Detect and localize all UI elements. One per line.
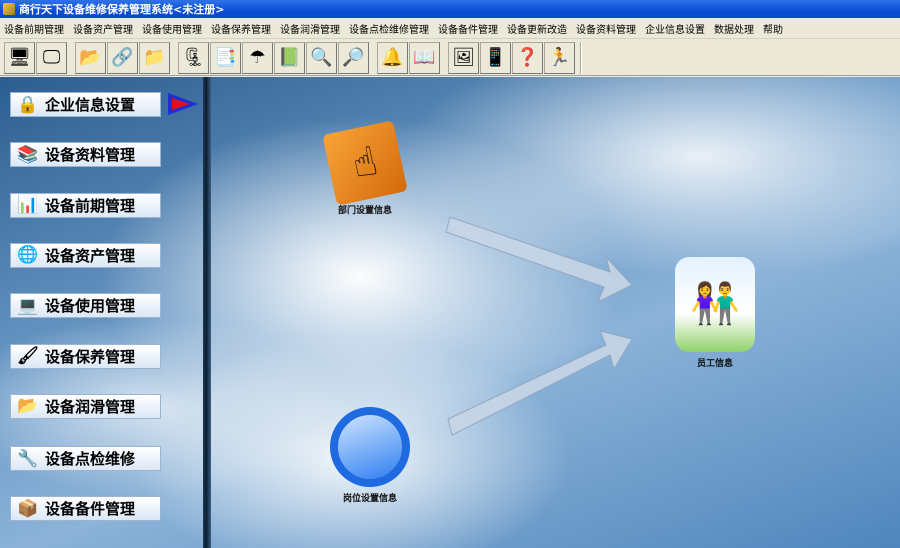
toolbar-button[interactable]: 🔔 [377,41,408,74]
open-book-icon: 📖 [413,47,436,68]
toolbar-button[interactable]: 🖥 [4,41,35,74]
menu-item[interactable]: 设备更新改造 [507,21,567,36]
monitor-icon: 🖥 [8,47,31,68]
search-window-icon: 🔍 [310,47,333,68]
menu-item[interactable]: 设备使用管理 [142,21,202,36]
toolbar-button[interactable]: 🔎 [338,41,369,74]
flow-arrows [445,216,633,436]
menu-item[interactable]: 设备保养管理 [211,21,271,36]
position-icon [330,407,410,487]
arrow-department-to-staff [445,216,633,304]
department-node[interactable]: ☝ 部门设置信息 [310,120,420,216]
menu-item[interactable]: 设备点检维修管理 [349,21,429,36]
toolbar-button[interactable]: 🖼 [448,41,479,74]
staff-label: 员工信息 [696,359,733,369]
file-transfer-icon: 📑 [214,47,237,68]
menu-item[interactable]: 企业信息设置 [645,21,705,36]
toolbar-button[interactable]: 🏃 [544,41,575,74]
picture-icon: 🖼 [452,47,475,68]
toolbar-button[interactable]: 📂 [75,41,106,74]
menu-item[interactable]: 设备备件管理 [438,21,498,36]
toolbar-button[interactable]: 🖵 [36,41,67,74]
toolbar-button[interactable]: ☂ [242,41,273,74]
umbrella-icon: ☂ [249,47,266,68]
toolbar-separator [171,42,178,74]
toolbar-button[interactable]: ❓ [512,41,543,74]
bell-icon: 🔔 [381,47,404,68]
toolbar-button[interactable]: 📖 [409,41,440,74]
toolbar-button[interactable]: 🗜 [178,41,209,74]
toolbar-button[interactable]: 📑 [210,41,241,74]
staff-icon: 👫 [675,257,755,352]
menu-item[interactable]: 帮助 [763,21,783,36]
menu-bar: 设备前期管理 设备资产管理 设备使用管理 设备保养管理 设备润滑管理 设备点检维修管理 设备… [0,18,900,39]
menu-item[interactable]: 设备资料管理 [576,21,636,36]
toolbar-button[interactable]: 📱 [480,41,511,74]
menu-item[interactable]: 设备前期管理 [4,21,64,36]
zip-folder-icon: 🗜 [182,47,205,68]
department-icon: ☝ [322,120,408,206]
position-label: 岗位设置信息 [342,494,397,504]
folder-open-icon: 📂 [79,47,102,68]
network-icon: 🔗 [111,47,134,68]
menu-item[interactable]: 设备资产管理 [73,21,133,36]
window-title: 商行天下设备维修保养管理系统<未注册> [19,3,225,16]
toolbar-separator [441,42,448,74]
help-book-icon: ❓ [516,47,539,68]
runner-icon: 🏃 [548,47,571,68]
toolbar-separator [370,42,377,74]
toolbar-button[interactable]: 📗 [274,41,305,74]
main-area: 🔒 企业信息设置 📚 设备资料管理 📊 设备前期管理 🌐 设备资产管理 💻 设备使用管理 🖌 设备保养… [0,77,900,548]
screen-icon: 🖵 [42,47,61,68]
pda-icon: 📱 [484,47,507,68]
arrow-position-to-staff [447,330,633,436]
toolbar: 🖥 🖵 📂 🔗 📁 🗜 📑 ☂ 📗 🔍 🔎 🔔 📖 🖼 📱 ❓ 🏃 [0,40,900,76]
notebook-icon: 📗 [278,47,301,68]
app-icon [3,3,15,15]
department-label: 部门设置信息 [337,206,392,216]
menu-item[interactable]: 设备润滑管理 [280,21,340,36]
toolbar-separator [68,42,75,74]
magnifier-icon: 🔎 [342,47,365,68]
toolbar-button[interactable]: 📁 [139,41,170,74]
folder-icon: 📁 [143,47,166,68]
toolbar-button[interactable]: 🔗 [107,41,138,74]
staff-node[interactable]: 👫 员工信息 [665,257,765,369]
menu-item[interactable]: 数据处理 [714,21,754,36]
title-bar: 商行天下设备维修保养管理系统<未注册> [0,0,900,18]
toolbar-end [580,41,582,74]
toolbar-button[interactable]: 🔍 [306,41,337,74]
position-node[interactable]: 岗位设置信息 [315,407,425,504]
